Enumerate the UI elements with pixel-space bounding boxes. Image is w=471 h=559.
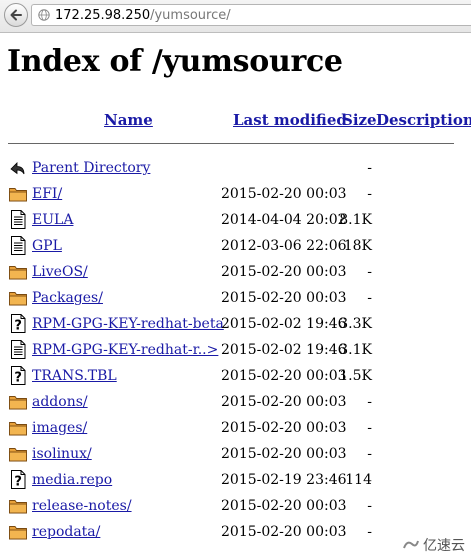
entry-link[interactable]: EFI/ (32, 186, 62, 202)
entry-last-modified: 2014-04-04 20:02 (221, 212, 347, 228)
folder-icon[interactable] (8, 443, 28, 464)
entry-link[interactable]: images/ (32, 420, 87, 436)
folder-icon[interactable] (8, 495, 28, 516)
folder-icon[interactable] (8, 261, 28, 282)
list-item: addons/2015-02-20 00:03 - (0, 390, 471, 416)
entry-link[interactable]: TRANS.TBL (32, 368, 117, 384)
list-item: LiveOS/2015-02-20 00:03 - (0, 260, 471, 286)
text-file-icon[interactable] (8, 235, 28, 256)
list-item: ? RPM-GPG-KEY-redhat-beta 2015-02-02 19:46… (0, 312, 471, 338)
folder-icon[interactable] (8, 183, 28, 204)
list-item: Packages/2015-02-20 00:03 - (0, 286, 471, 312)
entry-last-modified: 2015-02-20 00:03 (221, 394, 347, 410)
list-item: EFI/2015-02-20 00:03 - (0, 182, 471, 208)
entry-size: - (367, 264, 372, 280)
entry-last-modified: 2015-02-20 00:03 (221, 446, 347, 462)
folder-icon[interactable] (8, 287, 28, 308)
entry-size: - (367, 524, 372, 540)
watermark: 亿速云 (402, 535, 465, 555)
url-path: /yumsource/ (150, 7, 231, 23)
back-icon[interactable] (8, 157, 28, 178)
column-header-name[interactable]: Name (104, 111, 153, 129)
list-item: repodata/2015-02-20 00:03 - (0, 520, 471, 546)
entry-size: - (367, 290, 372, 306)
entry-last-modified: 2015-02-20 00:03 (221, 264, 347, 280)
back-button[interactable] (4, 3, 28, 27)
address-bar[interactable]: 172.25.98.250/yumsource/ (31, 4, 471, 26)
entry-size: - (367, 446, 372, 462)
list-item: EULA 2014-04-04 20:02 8.1K (0, 208, 471, 234)
entry-link[interactable]: addons/ (32, 394, 88, 410)
entry-size: - (367, 498, 372, 514)
entry-size: 3.1K (339, 342, 372, 358)
entry-last-modified: 2015-02-20 00:03 (221, 368, 347, 384)
sort-by-last-modified-link[interactable]: Last modified (233, 111, 347, 129)
list-item: ? media.repo 2015-02-19 23:46 114 (0, 468, 471, 494)
sort-by-name-link[interactable]: Name (104, 111, 153, 129)
column-header-last-modified[interactable]: Last modified (233, 111, 347, 129)
entry-link[interactable]: RPM-GPG-KEY-redhat-beta (32, 316, 224, 332)
text-file-icon[interactable] (8, 209, 28, 230)
folder-icon[interactable] (8, 417, 28, 438)
unknown-file-icon[interactable]: ? (8, 469, 28, 490)
entry-size: 1.5K (339, 368, 372, 384)
list-item: GPL 2012-03-06 22:06 18K (0, 234, 471, 260)
header-divider (8, 143, 454, 144)
svg-text:?: ? (14, 319, 22, 334)
entry-last-modified: 2015-02-02 19:46 (221, 342, 347, 358)
entry-link[interactable]: isolinux/ (32, 446, 92, 462)
globe-icon (38, 9, 50, 21)
url-host: 172.25.98.250 (55, 7, 151, 23)
entry-last-modified: 2015-02-20 00:03 (221, 186, 347, 202)
list-item: ? TRANS.TBL 2015-02-20 00:03 1.5K (0, 364, 471, 390)
entry-size: 18K (343, 238, 372, 254)
page-title: Index of /yumsource (7, 44, 343, 79)
entry-size: - (367, 186, 372, 202)
watermark-logo-icon (403, 540, 419, 549)
svg-text:?: ? (14, 475, 22, 490)
entry-link[interactable]: EULA (32, 212, 73, 228)
svg-text:?: ? (14, 371, 22, 386)
column-header-description[interactable]: Description (376, 111, 471, 129)
entry-link[interactable]: Parent Directory (32, 160, 150, 176)
entry-size: 114 (345, 472, 372, 488)
entry-link[interactable]: release-notes/ (32, 498, 132, 514)
column-header-size[interactable]: Size (342, 111, 377, 129)
folder-icon[interactable] (8, 391, 28, 412)
text-file-icon[interactable] (8, 339, 28, 360)
entry-last-modified: 2015-02-02 19:46 (221, 316, 347, 332)
entry-last-modified: 2015-02-19 23:46 (221, 472, 347, 488)
list-item: Parent Directory - (0, 156, 471, 182)
browser-toolbar: 172.25.98.250/yumsource/ (0, 0, 471, 33)
entry-size: - (367, 160, 372, 176)
entry-link[interactable]: repodata/ (32, 524, 100, 540)
entry-link[interactable]: RPM-GPG-KEY-redhat-r..> (32, 342, 218, 358)
unknown-file-icon[interactable]: ? (8, 313, 28, 334)
folder-icon[interactable] (8, 521, 28, 542)
entry-link[interactable]: media.repo (32, 472, 112, 488)
sort-by-description-link[interactable]: Description (376, 111, 471, 129)
entry-link[interactable]: Packages/ (32, 290, 103, 306)
list-item: release-notes/2015-02-20 00:03 - (0, 494, 471, 520)
sort-by-size-link[interactable]: Size (342, 111, 377, 129)
entry-size: 3.3K (339, 316, 372, 332)
entry-last-modified: 2015-02-20 00:03 (221, 498, 347, 514)
entry-size: - (367, 394, 372, 410)
unknown-file-icon[interactable]: ? (8, 365, 28, 386)
entry-link[interactable]: GPL (32, 238, 62, 254)
list-item: isolinux/2015-02-20 00:03 - (0, 442, 471, 468)
entry-last-modified: 2015-02-20 00:03 (221, 420, 347, 436)
list-item: images/2015-02-20 00:03 - (0, 416, 471, 442)
entry-last-modified: 2015-02-20 00:03 (221, 290, 347, 306)
entry-size: 8.1K (339, 212, 372, 228)
entry-last-modified: 2012-03-06 22:06 (221, 238, 347, 254)
back-arrow-icon (10, 9, 22, 21)
entry-link[interactable]: LiveOS/ (32, 264, 88, 280)
entry-last-modified: 2015-02-20 00:03 (221, 524, 347, 540)
entry-size: - (367, 420, 372, 436)
watermark-text: 亿速云 (423, 538, 465, 554)
list-item: RPM-GPG-KEY-redhat-r..> 2015-02-02 19:46 3… (0, 338, 471, 364)
